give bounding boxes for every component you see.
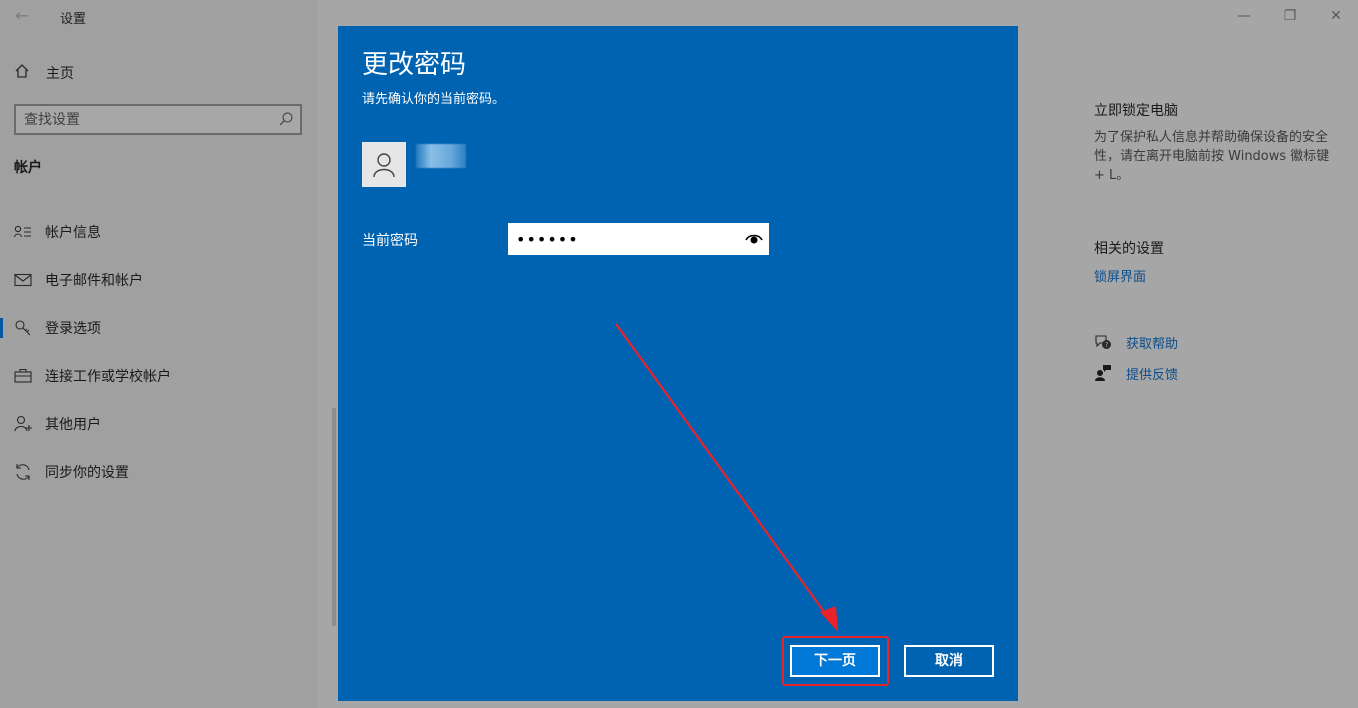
sidebar-item-label: 同步你的设置 <box>45 465 129 481</box>
sidebar-item-sync[interactable]: 同步你的设置 <box>0 448 318 496</box>
user-icon <box>373 152 395 177</box>
avatar <box>362 142 406 187</box>
sidebar-item-work-school[interactable]: 连接工作或学校帐户 <box>0 352 318 400</box>
feedback-icon <box>1094 364 1112 382</box>
sync-icon <box>14 463 32 481</box>
home-icon <box>14 63 32 83</box>
sidebar: 主页 帐户 帐户信息 电子邮件和帐户 登录选项 <box>0 0 318 708</box>
sidebar-nav: 帐户信息 电子邮件和帐户 登录选项 连接工作或学校帐户 其他用户 同步你的设置 <box>0 208 318 496</box>
scrollbar[interactable] <box>332 408 336 626</box>
next-button[interactable]: 下一页 <box>790 645 880 677</box>
restore-icon[interactable]: ❐ <box>1270 4 1310 28</box>
search-box[interactable] <box>14 104 302 135</box>
window-title: 设置 <box>60 12 87 27</box>
side-panel: 立即锁定电脑 为了保护私人信息并帮助确保设备的安全性，请在离开电脑前按 Wind… <box>1094 100 1344 383</box>
feedback-label: 提供反馈 <box>1126 367 1179 383</box>
sidebar-item-label: 主页 <box>46 66 74 82</box>
cancel-button[interactable]: 取消 <box>904 645 994 677</box>
change-password-dialog: 更改密码 请先确认你的当前密码。 当前密码 下一页 取消 <box>338 26 1018 701</box>
mail-icon <box>14 271 32 289</box>
dialog-title: 更改密码 <box>362 50 467 80</box>
password-label: 当前密码 <box>362 233 418 249</box>
sidebar-item-label: 其他用户 <box>45 417 101 433</box>
search-icon[interactable] <box>278 111 294 127</box>
minimize-icon[interactable]: — <box>1224 4 1264 28</box>
sidebar-item-home[interactable]: 主页 <box>14 62 74 84</box>
key-icon <box>14 319 32 337</box>
sidebar-item-account-info[interactable]: 帐户信息 <box>0 208 318 256</box>
dialog-subtitle: 请先确认你的当前密码。 <box>362 92 506 107</box>
sidebar-item-other-users[interactable]: 其他用户 <box>0 400 318 448</box>
search-input[interactable] <box>24 110 264 130</box>
lock-description: 为了保护私人信息并帮助确保设备的安全性，请在离开电脑前按 Windows 徽标键… <box>1094 130 1330 183</box>
user-name <box>416 144 466 168</box>
help-chat-icon: ? <box>1094 333 1112 351</box>
account-info-icon <box>14 223 32 241</box>
lock-title: 立即锁定电脑 <box>1094 103 1178 119</box>
sidebar-item-sign-in-options[interactable]: 登录选项 <box>0 304 318 352</box>
section-title: 帐户 <box>14 160 42 176</box>
password-input[interactable] <box>516 229 736 249</box>
password-field[interactable] <box>508 223 769 255</box>
briefcase-icon <box>14 367 32 385</box>
add-person-icon <box>14 415 32 433</box>
sidebar-item-label: 帐户信息 <box>45 225 101 241</box>
get-help-link[interactable]: ? 获取帮助 <box>1094 331 1178 353</box>
related-settings-title: 相关的设置 <box>1094 241 1164 257</box>
get-help-label: 获取帮助 <box>1126 336 1179 352</box>
reveal-password-icon[interactable] <box>745 231 763 247</box>
lock-screen-link[interactable]: 锁屏界面 <box>1094 266 1146 285</box>
svg-text:?: ? <box>1105 341 1109 349</box>
sidebar-item-label: 电子邮件和帐户 <box>45 273 143 289</box>
sidebar-item-email[interactable]: 电子邮件和帐户 <box>0 256 318 304</box>
feedback-link[interactable]: 提供反馈 <box>1094 362 1178 384</box>
close-icon[interactable]: ✕ <box>1316 4 1356 28</box>
sidebar-item-label: 登录选项 <box>45 321 101 337</box>
sidebar-item-label: 连接工作或学校帐户 <box>45 369 171 385</box>
back-arrow-icon[interactable]: ← <box>8 4 36 28</box>
